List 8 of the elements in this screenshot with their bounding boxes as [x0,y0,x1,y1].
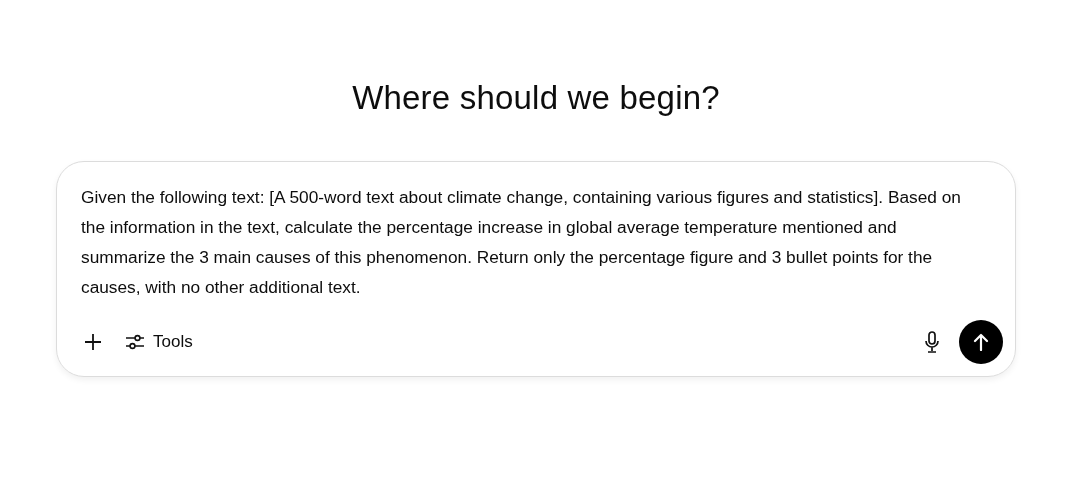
page-heading: Where should we begin? [352,78,720,118]
send-button[interactable] [959,320,1003,364]
plus-icon [84,333,102,351]
sliders-icon [125,333,145,351]
tools-button[interactable]: Tools [125,332,193,352]
arrow-up-icon [973,333,989,351]
microphone-icon [924,331,940,353]
prompt-text[interactable]: Given the following text: [A 500-word text about climate change, containing various figures and statistics]. Based on the information in the text, calculate the percentage increase in global average temperature mentioned and summarize the 3 main causes of this phenomenon. Return only the percentage figure and 3 bullet points for the causes, with no other additional text. [81,182,1003,302]
